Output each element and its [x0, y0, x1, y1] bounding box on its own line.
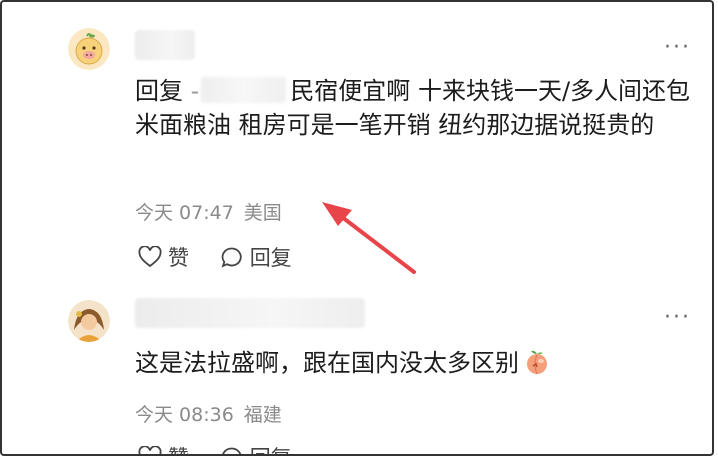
- red-arrow-annotation: [322, 202, 416, 274]
- comment-list: ··· 回复 - 民宿便宜啊 十来块钱一天/多人间还包米面粮油 租房可是一笔开销 …: [0, 0, 714, 456]
